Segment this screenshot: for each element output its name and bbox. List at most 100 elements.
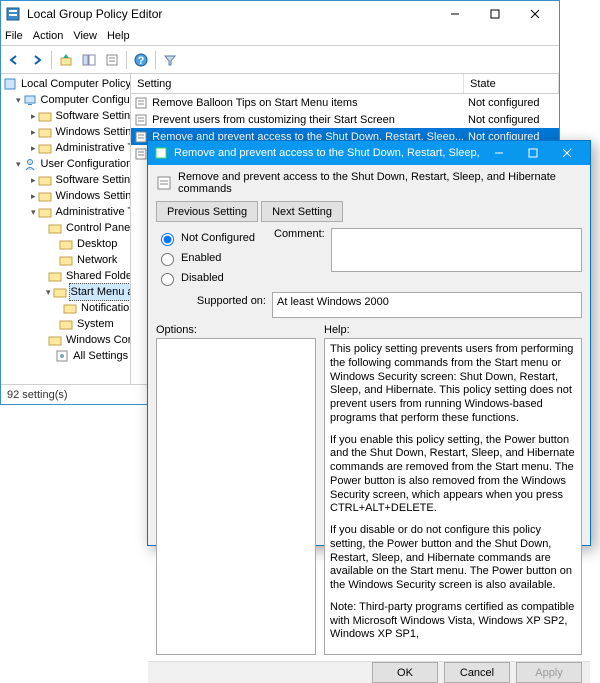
tree-item[interactable]: ▸Administrative Templates bbox=[31, 140, 130, 156]
app-icon bbox=[5, 6, 21, 22]
help-paragraph: This policy setting prevents users from … bbox=[330, 343, 576, 426]
chevron-right-icon[interactable]: ▸ bbox=[31, 172, 36, 188]
chevron-down-icon[interactable]: ▾ bbox=[31, 204, 36, 220]
svg-text:?: ? bbox=[138, 55, 145, 67]
folder-icon bbox=[59, 317, 73, 331]
tree-pane[interactable]: Local Computer Policy ▾ Computer Configu… bbox=[1, 74, 131, 384]
tree-item[interactable]: ▸Software Settings bbox=[31, 108, 130, 124]
tree-computer-config[interactable]: ▾ Computer Configuration bbox=[16, 92, 130, 108]
dialog-minimize-button[interactable] bbox=[482, 141, 516, 165]
folder-icon bbox=[48, 221, 62, 235]
tree-item[interactable]: All Settings bbox=[46, 348, 130, 364]
help-label: Help: bbox=[324, 324, 582, 338]
policy-icon bbox=[3, 77, 17, 91]
close-button[interactable] bbox=[515, 1, 555, 27]
radio-not-configured[interactable]: Not Configured bbox=[156, 230, 266, 246]
ok-button[interactable]: OK bbox=[372, 662, 438, 683]
tree-item[interactable]: System bbox=[46, 316, 130, 332]
tree-item[interactable]: Shared Folders bbox=[46, 268, 130, 284]
menu-view[interactable]: View bbox=[73, 30, 97, 42]
help-paragraph: If you enable this policy setting, the P… bbox=[330, 434, 576, 517]
tree-item[interactable]: Network bbox=[46, 252, 130, 268]
forward-button[interactable] bbox=[26, 49, 48, 71]
folder-icon bbox=[48, 333, 62, 347]
dialog-nav: Previous Setting Next Setting bbox=[156, 201, 582, 222]
dialog-buttons: OK Cancel Apply bbox=[148, 661, 590, 683]
folder-icon bbox=[38, 205, 52, 219]
folder-icon bbox=[38, 173, 52, 187]
list-header: Setting State bbox=[131, 74, 559, 94]
chevron-down-icon[interactable]: ▾ bbox=[46, 284, 51, 300]
next-setting-button[interactable]: Next Setting bbox=[261, 201, 343, 222]
dialog-close-button[interactable] bbox=[550, 141, 584, 165]
filter-button[interactable] bbox=[159, 49, 181, 71]
folder-icon bbox=[59, 253, 73, 267]
user-icon bbox=[23, 157, 37, 171]
window-title: Local Group Policy Editor bbox=[27, 7, 435, 21]
options-label: Options: bbox=[156, 324, 316, 338]
up-button[interactable] bbox=[55, 49, 77, 71]
folder-icon bbox=[63, 301, 77, 315]
folder-icon bbox=[38, 141, 52, 155]
supported-on-label: Supported on: bbox=[156, 292, 266, 307]
cancel-button[interactable]: Cancel bbox=[444, 662, 510, 683]
column-state[interactable]: State bbox=[464, 74, 559, 93]
setting-icon bbox=[134, 113, 148, 127]
back-button[interactable] bbox=[3, 49, 25, 71]
radio-disabled[interactable]: Disabled bbox=[156, 270, 266, 286]
setting-icon bbox=[134, 96, 148, 110]
show-hide-tree-button[interactable] bbox=[78, 49, 100, 71]
menu-file[interactable]: File bbox=[5, 30, 23, 42]
chevron-right-icon[interactable]: ▸ bbox=[31, 188, 36, 204]
chevron-right-icon[interactable]: ▸ bbox=[31, 124, 36, 140]
help-button[interactable]: ? bbox=[130, 49, 152, 71]
previous-setting-button[interactable]: Previous Setting bbox=[156, 201, 258, 222]
status-text: 92 setting(s) bbox=[7, 389, 68, 401]
apply-button[interactable]: Apply bbox=[516, 662, 582, 683]
setting-text: Remove Balloon Tips on Start Menu items bbox=[152, 97, 357, 109]
help-box[interactable]: This policy setting prevents users from … bbox=[324, 338, 582, 655]
tree-admin-templates[interactable]: ▾Administrative Templates bbox=[31, 204, 130, 220]
dialog-heading: Remove and prevent access to the Shut Do… bbox=[156, 171, 582, 195]
state-radios: Not Configured Enabled Disabled bbox=[156, 228, 266, 286]
folder-icon bbox=[48, 269, 62, 283]
computer-icon bbox=[23, 93, 37, 107]
settings-icon bbox=[55, 349, 69, 363]
tree-item[interactable]: Notifications bbox=[61, 300, 130, 316]
maximize-button[interactable] bbox=[475, 1, 515, 27]
tree-start-menu-taskbar[interactable]: ▾Start Menu and Taskbar bbox=[46, 284, 130, 300]
help-paragraph: Note: Third-party programs certified as … bbox=[330, 601, 576, 642]
chevron-down-icon[interactable]: ▾ bbox=[16, 156, 21, 172]
comment-label: Comment: bbox=[274, 228, 325, 286]
tree-item[interactable]: Desktop bbox=[46, 236, 130, 252]
options-box bbox=[156, 338, 316, 655]
chevron-down-icon[interactable]: ▾ bbox=[16, 92, 21, 108]
tree-item[interactable]: Control Panel bbox=[46, 220, 130, 236]
column-setting[interactable]: Setting bbox=[131, 74, 464, 93]
menu-action[interactable]: Action bbox=[33, 30, 64, 42]
supported-on-value: At least Windows 2000 bbox=[272, 292, 582, 318]
tree-root[interactable]: Local Computer Policy bbox=[1, 76, 130, 92]
folder-icon bbox=[38, 125, 52, 139]
toolbar: ? bbox=[1, 46, 559, 74]
policy-icon bbox=[156, 175, 172, 191]
menu-help[interactable]: Help bbox=[107, 30, 130, 42]
tree-user-config[interactable]: ▾ User Configuration bbox=[16, 156, 130, 172]
properties-button[interactable] bbox=[101, 49, 123, 71]
dialog-maximize-button[interactable] bbox=[516, 141, 550, 165]
list-row[interactable]: Prevent users from customizing their Sta… bbox=[131, 111, 559, 128]
tree-item[interactable]: ▸Windows Settings bbox=[31, 124, 130, 140]
tree-item[interactable]: ▸Software Settings bbox=[31, 172, 130, 188]
folder-icon bbox=[59, 237, 73, 251]
policy-dialog: Remove and prevent access to the Shut Do… bbox=[147, 140, 591, 546]
comment-field[interactable] bbox=[331, 228, 582, 272]
help-paragraph: If you disable or do not configure this … bbox=[330, 524, 576, 593]
tree-item[interactable]: Windows Components bbox=[46, 332, 130, 348]
radio-enabled[interactable]: Enabled bbox=[156, 250, 266, 266]
tree-item[interactable]: ▸Windows Settings bbox=[31, 188, 130, 204]
state-text: Not configured bbox=[464, 114, 559, 126]
chevron-right-icon[interactable]: ▸ bbox=[31, 108, 36, 124]
chevron-right-icon[interactable]: ▸ bbox=[31, 140, 36, 156]
list-row[interactable]: Remove Balloon Tips on Start Menu itemsN… bbox=[131, 94, 559, 111]
minimize-button[interactable] bbox=[435, 1, 475, 27]
